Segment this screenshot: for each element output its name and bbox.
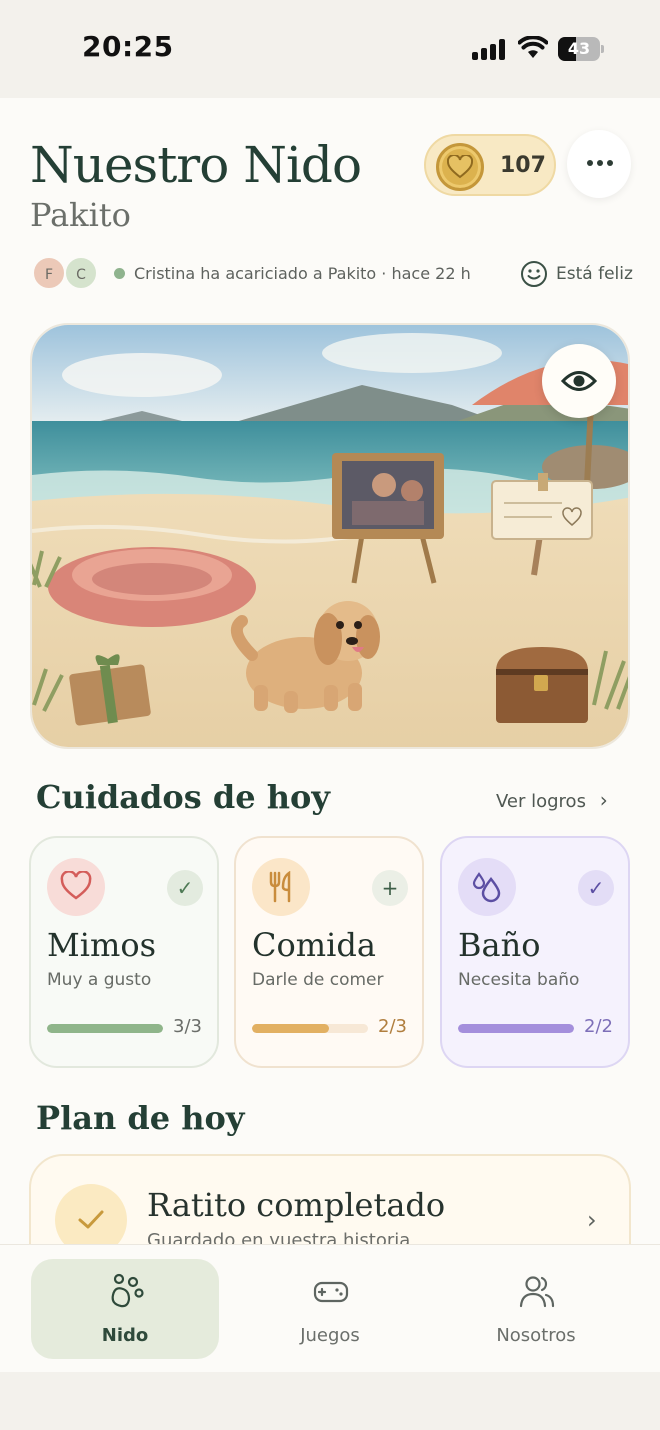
fork-knife-icon <box>252 858 310 916</box>
check-icon <box>55 1184 127 1244</box>
more-dots-icon <box>587 160 593 166</box>
status-bar: 20:25 43 <box>0 0 660 98</box>
tab-nosotros[interactable]: Nosotros <box>442 1259 630 1359</box>
gamepad-icon <box>313 1281 349 1303</box>
heart-icon <box>47 858 105 916</box>
plan-item-subtitle: Guardado en vuestra historia <box>147 1230 411 1244</box>
achievements-link[interactable]: Ver logros › <box>496 788 608 812</box>
water-drops-icon <box>458 858 516 916</box>
online-dot-icon <box>114 268 125 279</box>
plus-icon[interactable]: + <box>372 870 408 906</box>
people-icon <box>519 1276 555 1308</box>
coins-badge[interactable]: 107 <box>424 134 556 196</box>
avatar[interactable]: F <box>32 256 66 290</box>
mood-label: Está feliz <box>556 264 633 284</box>
care-name: Mimos <box>47 926 157 964</box>
plan-item-title: Ratito completado <box>147 1186 446 1224</box>
status-time: 20:25 <box>82 30 174 63</box>
home-indicator-area <box>0 1372 660 1430</box>
chevron-right-icon: › <box>587 1206 597 1234</box>
chevron-right-icon: › <box>599 788 608 812</box>
battery-icon: 43 <box>558 37 604 61</box>
pet-name: Pakito <box>30 196 131 234</box>
main-sheet: Nuestro Nido Pakito 107 F C Cristina ha … <box>0 98 660 1244</box>
more-options-button[interactable] <box>567 130 631 198</box>
avatar[interactable]: C <box>64 256 98 290</box>
wifi-icon <box>517 35 549 60</box>
care-section-title: Cuidados de hoy <box>36 778 330 816</box>
plan-section-title: Plan de hoy <box>36 1099 245 1137</box>
battery-level: 43 <box>567 39 591 58</box>
care-count: 2/2 <box>584 1016 613 1037</box>
mood-status[interactable]: Está feliz <box>520 260 640 288</box>
care-progress-bar <box>458 1024 574 1033</box>
page-title: Nuestro Nido <box>30 136 362 194</box>
care-desc: Muy a gusto <box>47 970 152 990</box>
achievements-link-label: Ver logros <box>496 791 586 812</box>
bed-icon <box>48 547 256 627</box>
paw-icon <box>111 1273 144 1308</box>
tab-label: Nosotros <box>496 1325 576 1346</box>
care-name: Comida <box>252 926 376 964</box>
eye-icon <box>561 371 597 391</box>
cellular-signal-icon <box>472 38 508 60</box>
care-card-mimos[interactable]: ✓ Mimos Muy a gusto 3/3 <box>29 836 219 1068</box>
care-desc: Darle de comer <box>252 970 384 990</box>
tab-bar: Nido Juegos Nosotros <box>0 1244 660 1372</box>
plan-item[interactable]: Ratito completado Guardado en vuestra hi… <box>29 1154 631 1244</box>
tab-label: Juegos <box>300 1325 360 1346</box>
treasure-chest-icon <box>496 647 588 723</box>
nest-scene[interactable] <box>30 323 630 749</box>
activity-row: F C Cristina ha acariciado a Pakito · ha… <box>30 256 640 292</box>
tab-juegos[interactable]: Juegos <box>236 1259 424 1359</box>
care-progress-bar <box>252 1024 368 1033</box>
care-count: 3/3 <box>173 1016 202 1037</box>
heart-coin-icon <box>436 143 484 191</box>
care-count: 2/3 <box>378 1016 407 1037</box>
care-card-bano[interactable]: ✓ Baño Necesita baño 2/2 <box>440 836 630 1068</box>
activity-text: Cristina ha acariciado a Pakito · hace 2… <box>134 264 471 283</box>
smile-icon <box>521 261 547 287</box>
tab-nido[interactable]: Nido <box>31 1259 219 1359</box>
check-icon: ✓ <box>167 870 203 906</box>
care-desc: Necesita baño <box>458 970 580 990</box>
tab-label: Nido <box>101 1325 149 1346</box>
check-icon: ✓ <box>578 870 614 906</box>
care-name: Baño <box>458 926 541 964</box>
care-card-comida[interactable]: + Comida Darle de comer 2/3 <box>234 836 424 1068</box>
care-progress-bar <box>47 1024 163 1033</box>
view-scene-button[interactable] <box>542 344 616 418</box>
coins-count: 107 <box>500 153 546 178</box>
